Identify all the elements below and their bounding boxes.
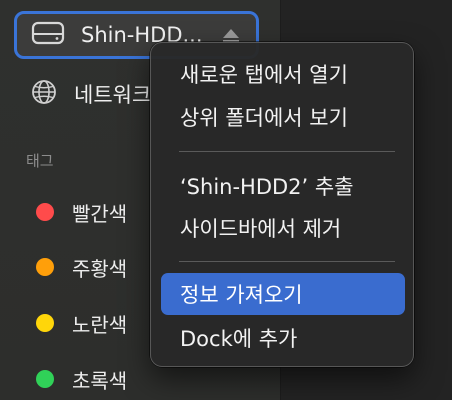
menu-item-remove-from-sidebar[interactable]: 사이드바에서 제거 <box>161 207 405 249</box>
globe-icon <box>30 78 74 110</box>
menu-separator <box>179 151 395 152</box>
menu-item-add-to-dock[interactable]: Dock에 추가 <box>161 317 405 359</box>
sidebar-tag-orange[interactable]: 주황색 <box>36 252 127 282</box>
menu-separator <box>179 261 395 262</box>
sidebar-item-network[interactable]: 네트워크 <box>14 70 151 118</box>
tag-label: 노란색 <box>72 312 128 337</box>
context-menu: 새로운 탭에서 열기 상위 폴더에서 보기 ‘Shin-HDD2’ 추출 사이드… <box>150 42 414 367</box>
sidebar-item-label: 네트워크 <box>74 83 152 107</box>
menu-item-get-info[interactable]: 정보 가져오기 <box>161 273 405 315</box>
tag-color-dot <box>36 370 54 388</box>
tag-color-dot <box>36 203 54 221</box>
tag-color-dot <box>36 258 54 276</box>
external-drive-icon <box>31 20 81 50</box>
sidebar-tag-green[interactable]: 초록색 <box>36 364 127 394</box>
tags-section-title: 태그 <box>26 152 54 170</box>
tag-label: 빨간색 <box>72 201 128 226</box>
menu-item-show-in-enclosing-folder[interactable]: 상위 폴더에서 보기 <box>161 96 405 138</box>
sidebar-tag-yellow[interactable]: 노란색 <box>36 308 127 338</box>
sidebar-tag-red[interactable]: 빨간색 <box>36 197 127 227</box>
tag-color-dot <box>36 314 54 332</box>
menu-item-eject[interactable]: ‘Shin-HDD2’ 추출 <box>161 165 405 207</box>
tag-label: 초록색 <box>72 368 128 393</box>
menu-item-open-in-new-tab[interactable]: 새로운 탭에서 열기 <box>161 53 405 95</box>
tag-label: 주황색 <box>72 256 128 281</box>
